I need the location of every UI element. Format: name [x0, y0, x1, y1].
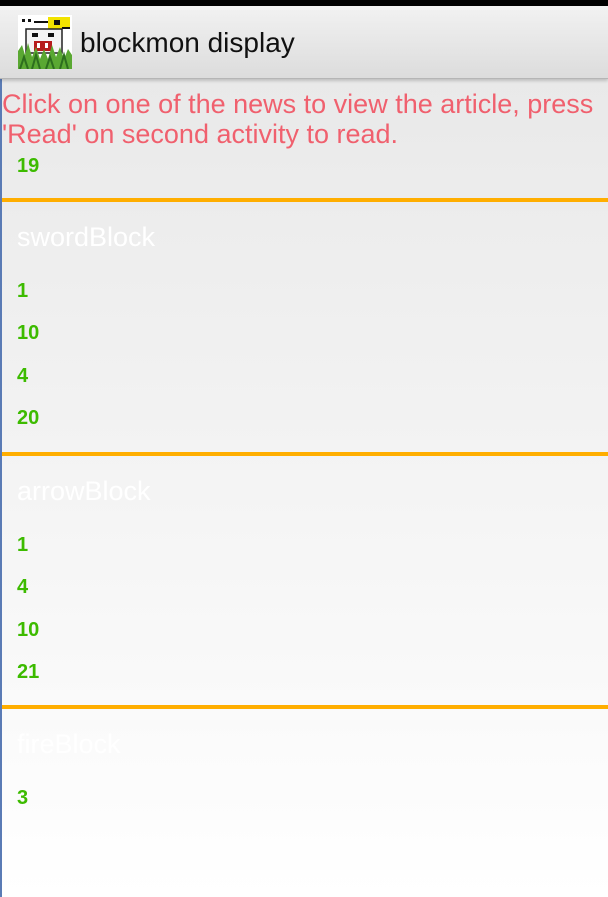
list-item[interactable]: swordBlock 1 10 4 20 — [2, 202, 608, 452]
news-list[interactable]: Click on one of the news to view the art… — [0, 79, 608, 897]
list-item-value: 4 — [17, 365, 29, 387]
action-bar: blockmon display — [0, 6, 608, 79]
blockmon-app-icon[interactable] — [18, 15, 72, 69]
list-item-value: 4 — [17, 576, 29, 598]
list-item-value: 1 — [17, 280, 29, 302]
list-item-title: fireBlock — [17, 729, 121, 759]
list-header-value: 19 — [17, 155, 40, 177]
list-item-title: swordBlock — [17, 222, 156, 252]
list-item-value: 1 — [17, 534, 29, 556]
list-item-value: 10 — [17, 619, 40, 641]
list-item-value: 10 — [17, 322, 40, 344]
list-item-title: arrowBlock — [17, 476, 151, 506]
list-item[interactable]: fireBlock 3 — [2, 709, 608, 897]
list-item[interactable]: arrowBlock 1 4 10 21 — [2, 456, 608, 705]
list-item-value: 20 — [17, 407, 40, 429]
list-item-value: 21 — [17, 661, 40, 683]
instruction-text: Click on one of the news to view the art… — [2, 89, 594, 149]
app-title: blockmon display — [80, 27, 295, 58]
list-item-value: 3 — [17, 787, 29, 809]
